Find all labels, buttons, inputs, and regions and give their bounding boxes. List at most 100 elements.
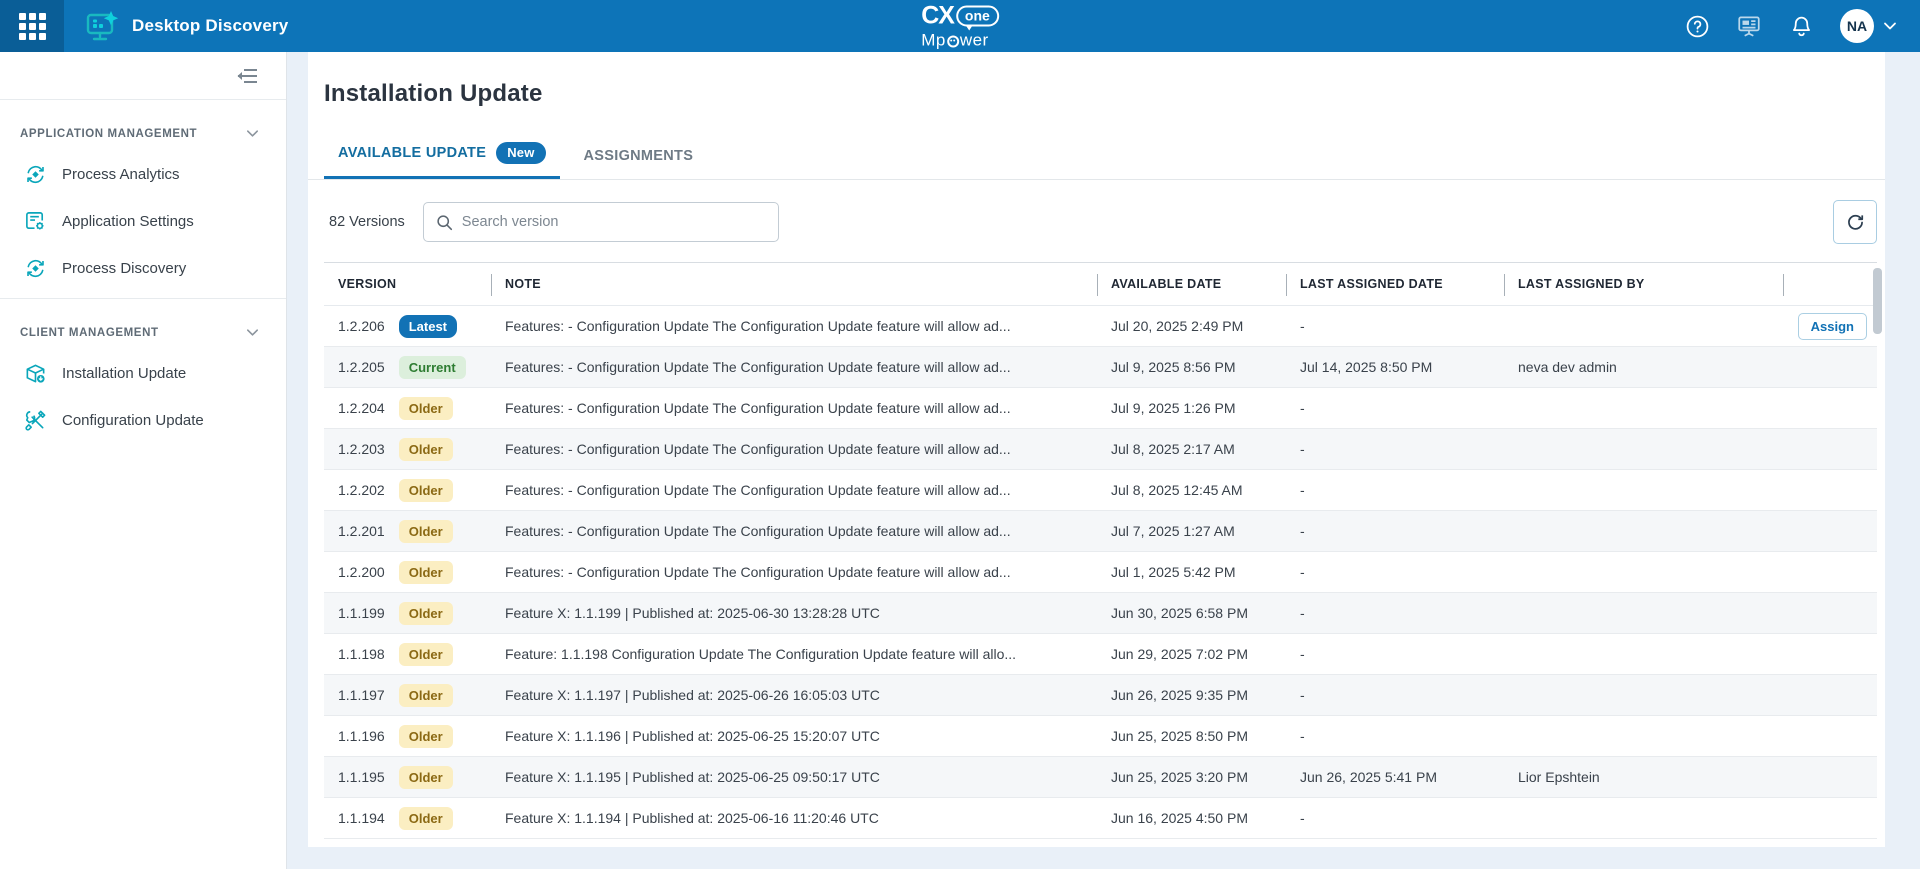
help-icon[interactable] [1684, 13, 1710, 39]
note-cell: Features: - Configuration Update The Con… [491, 400, 1097, 416]
version-status-badge: Older [399, 807, 453, 830]
top-bar: Desktop Discovery CX one Mpwer [0, 0, 1920, 52]
waffle-grid-icon [19, 13, 46, 40]
vertical-scrollbar-thumb[interactable] [1873, 268, 1882, 334]
version-number: 1.2.204 [338, 400, 385, 416]
user-menu[interactable]: NA [1840, 9, 1898, 43]
version-status-badge: Older [399, 479, 453, 502]
table-row[interactable]: 1.2.202 Older Features: - Configuration … [324, 470, 1877, 511]
note-cell: Features: - Configuration Update The Con… [491, 482, 1097, 498]
last-assigned-date-cell: - [1286, 523, 1504, 539]
presentation-board-icon[interactable] [1736, 13, 1762, 39]
tab-assignments[interactable]: ASSIGNMENTS [570, 138, 708, 179]
sidebar-item-process-discovery[interactable]: Process Discovery [0, 245, 286, 292]
versions-count: 82 Versions [324, 214, 405, 230]
table-body: 1.2.206 Latest Features: - Configuration… [324, 306, 1877, 839]
cxone-mpower-logo: CX one Mpwer [921, 4, 999, 49]
available-date-cell: Jun 26, 2025 9:35 PM [1097, 687, 1286, 703]
installation-update-icon [24, 362, 47, 385]
section-application-management: APPLICATION MANAGEMENT Process Analytics [0, 100, 286, 298]
last-assigned-date-cell: - [1286, 564, 1504, 580]
last-assigned-date-cell: - [1286, 810, 1504, 826]
last-assigned-date-cell: - [1286, 687, 1504, 703]
version-number: 1.1.194 [338, 810, 385, 826]
section-header-application-management[interactable]: APPLICATION MANAGEMENT [0, 118, 286, 151]
note-cell: Features: - Configuration Update The Con… [491, 441, 1097, 457]
search-input[interactable] [462, 214, 766, 230]
tab-available-update[interactable]: AVAILABLE UPDATE New [324, 132, 560, 179]
sidebar-item-configuration-update[interactable]: Configuration Update [0, 397, 286, 444]
note-cell: Feature X: 1.1.196 | Published at: 2025-… [491, 728, 1097, 744]
column-header-last-assigned-by[interactable]: LAST ASSIGNED BY [1504, 263, 1783, 305]
version-status-badge: Older [399, 602, 453, 625]
last-assigned-date-cell: - [1286, 441, 1504, 457]
refresh-icon [1845, 212, 1866, 233]
column-header-actions [1783, 263, 1877, 305]
configuration-update-icon [24, 409, 47, 432]
table-row[interactable]: 1.2.200 Older Features: - Configuration … [324, 552, 1877, 593]
last-assigned-date-cell: - [1286, 318, 1504, 334]
note-cell: Feature: 1.1.198 Configuration Update Th… [491, 646, 1097, 662]
robot-face-o-icon [947, 35, 959, 47]
available-date-cell: Jun 16, 2025 4:50 PM [1097, 810, 1286, 826]
last-assigned-date-cell: - [1286, 728, 1504, 744]
version-number: 1.1.195 [338, 769, 385, 785]
table-row[interactable]: 1.2.201 Older Features: - Configuration … [324, 511, 1877, 552]
available-date-cell: Jun 29, 2025 7:02 PM [1097, 646, 1286, 662]
collapse-sidebar-icon[interactable] [234, 63, 260, 89]
table-row[interactable]: 1.2.204 Older Features: - Configuration … [324, 388, 1877, 429]
notifications-bell-icon[interactable] [1788, 13, 1814, 39]
table-row[interactable]: 1.1.195 Older Feature X: 1.1.195 | Publi… [324, 757, 1877, 798]
version-status-badge: Older [399, 397, 453, 420]
sidebar-item-installation-update[interactable]: Installation Update [0, 350, 286, 397]
sidebar: APPLICATION MANAGEMENT Process Analytics [0, 52, 287, 869]
note-cell: Feature X: 1.1.197 | Published at: 2025-… [491, 687, 1097, 703]
version-number: 1.2.202 [338, 482, 385, 498]
table-row[interactable]: 1.1.199 Older Feature X: 1.1.199 | Publi… [324, 593, 1877, 634]
note-cell: Features: - Configuration Update The Con… [491, 564, 1097, 580]
table-row[interactable]: 1.2.203 Older Features: - Configuration … [324, 429, 1877, 470]
avatar[interactable]: NA [1840, 9, 1874, 43]
version-number: 1.2.200 [338, 564, 385, 580]
version-status-badge: Older [399, 766, 453, 789]
chevron-down-icon [245, 126, 260, 141]
section-header-client-management[interactable]: CLIENT MANAGEMENT [0, 317, 286, 350]
table-row[interactable]: 1.1.198 Older Feature: 1.1.198 Configura… [324, 634, 1877, 675]
chevron-down-icon [245, 325, 260, 340]
version-status-badge: Older [399, 684, 453, 707]
column-header-available-date[interactable]: AVAILABLE DATE [1097, 263, 1286, 305]
versions-table: VERSION NOTE AVAILABLE DATE LAST ASSIGNE… [324, 262, 1877, 839]
chevron-down-icon [1882, 18, 1898, 34]
column-header-last-assigned-date[interactable]: LAST ASSIGNED DATE [1286, 263, 1504, 305]
version-status-badge: Older [399, 643, 453, 666]
table-row[interactable]: 1.2.205 Current Features: - Configuratio… [324, 347, 1877, 388]
column-header-note[interactable]: NOTE [491, 263, 1097, 305]
column-header-version[interactable]: VERSION [324, 263, 491, 305]
refresh-button[interactable] [1833, 200, 1877, 244]
table-row[interactable]: 1.2.206 Latest Features: - Configuration… [324, 306, 1877, 347]
available-date-cell: Jun 25, 2025 8:50 PM [1097, 728, 1286, 744]
search-box[interactable] [423, 202, 779, 242]
version-number: 1.2.201 [338, 523, 385, 539]
version-number: 1.1.196 [338, 728, 385, 744]
process-discovery-icon [24, 257, 47, 280]
version-number: 1.1.199 [338, 605, 385, 621]
version-status-badge: Older [399, 725, 453, 748]
section-client-management: CLIENT MANAGEMENT Installation Update [0, 298, 286, 450]
assign-button[interactable]: Assign [1798, 313, 1867, 340]
last-assigned-date-cell: Jun 26, 2025 5:41 PM [1286, 769, 1504, 785]
available-date-cell: Jul 8, 2025 2:17 AM [1097, 441, 1286, 457]
toolbar: 82 Versions [324, 200, 1877, 244]
last-assigned-by-cell: Lior Epshtein [1504, 769, 1783, 785]
version-number: 1.2.205 [338, 359, 385, 375]
process-analytics-icon [24, 163, 47, 186]
table-row[interactable]: 1.1.196 Older Feature X: 1.1.196 | Publi… [324, 716, 1877, 757]
app-launcher-button[interactable] [0, 0, 64, 52]
table-row[interactable]: 1.1.194 Older Feature X: 1.1.194 | Publi… [324, 798, 1877, 839]
new-badge: New [496, 142, 545, 164]
version-number: 1.2.206 [338, 318, 385, 334]
table-row[interactable]: 1.1.197 Older Feature X: 1.1.197 | Publi… [324, 675, 1877, 716]
sidebar-item-application-settings[interactable]: Application Settings [0, 198, 286, 245]
sidebar-item-process-analytics[interactable]: Process Analytics [0, 151, 286, 198]
version-status-badge: Older [399, 438, 453, 461]
